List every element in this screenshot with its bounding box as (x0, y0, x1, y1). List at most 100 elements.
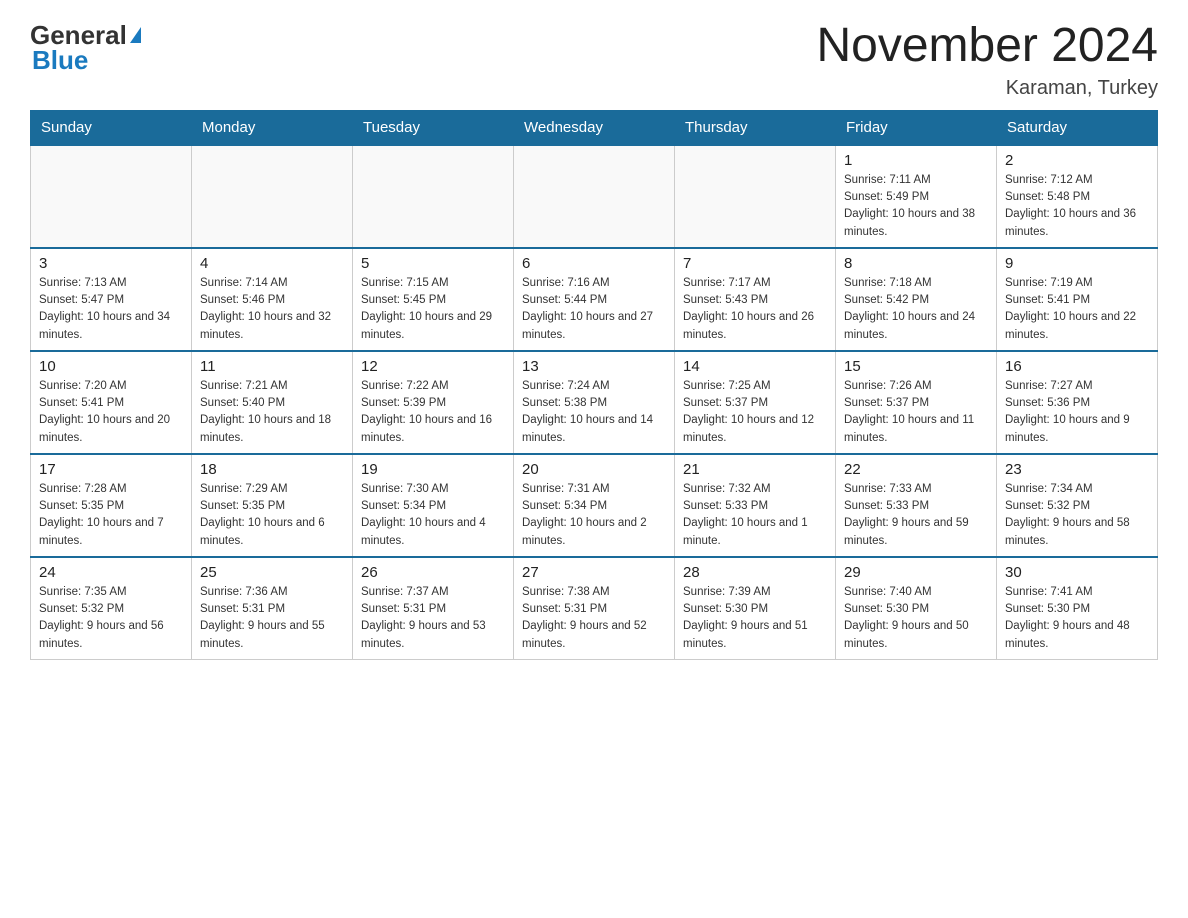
day-info: Sunrise: 7:41 AMSunset: 5:30 PMDaylight:… (1005, 584, 1149, 653)
calendar-week-row: 1 Sunrise: 7:11 AMSunset: 5:49 PMDaylight… (31, 145, 1158, 248)
calendar-week-row: 3 Sunrise: 7:13 AMSunset: 5:47 PMDaylight… (31, 248, 1158, 351)
calendar-day-cell: 9 Sunrise: 7:19 AMSunset: 5:41 PMDaylight… (997, 248, 1158, 351)
day-info: Sunrise: 7:21 AMSunset: 5:40 PMDaylight:… (200, 378, 344, 447)
calendar-day-cell: 16 Sunrise: 7:27 AMSunset: 5:36 PMDayligh… (997, 351, 1158, 454)
calendar-day-cell: 2 Sunrise: 7:12 AMSunset: 5:48 PMDaylight… (997, 145, 1158, 248)
day-info: Sunrise: 7:32 AMSunset: 5:33 PMDaylight:… (683, 481, 827, 550)
calendar-day-cell: 14 Sunrise: 7:25 AMSunset: 5:37 PMDayligh… (675, 351, 836, 454)
calendar-day-cell: 27Sunrise: 7:38 AMSunset: 5:31 PMDayligh… (514, 557, 675, 660)
calendar-day-cell: 28Sunrise: 7:39 AMSunset: 5:30 PMDayligh… (675, 557, 836, 660)
calendar-weekday-header: Wednesday (514, 110, 675, 145)
logo-triangle-icon (130, 27, 141, 43)
calendar-week-row: 10 Sunrise: 7:20 AMSunset: 5:41 PMDayligh… (31, 351, 1158, 454)
day-number: 17 (39, 461, 183, 478)
day-info: Sunrise: 7:16 AMSunset: 5:44 PMDaylight:… (522, 275, 666, 344)
location: Karaman, Turkey (816, 77, 1158, 100)
day-info: Sunrise: 7:20 AMSunset: 5:41 PMDaylight:… (39, 378, 183, 447)
day-number: 4 (200, 255, 344, 272)
day-info: Sunrise: 7:40 AMSunset: 5:30 PMDaylight:… (844, 584, 988, 653)
day-number: 2 (1005, 152, 1149, 169)
calendar-day-cell: 12Sunrise: 7:22 AMSunset: 5:39 PMDayligh… (353, 351, 514, 454)
day-number: 9 (1005, 255, 1149, 272)
calendar-day-cell: 3 Sunrise: 7:13 AMSunset: 5:47 PMDaylight… (31, 248, 192, 351)
calendar-weekday-header: Saturday (997, 110, 1158, 145)
calendar-day-cell (31, 145, 192, 248)
day-number: 15 (844, 358, 988, 375)
calendar-day-cell: 25Sunrise: 7:36 AMSunset: 5:31 PMDayligh… (192, 557, 353, 660)
day-number: 18 (200, 461, 344, 478)
calendar-day-cell: 7Sunrise: 7:17 AMSunset: 5:43 PMDaylight… (675, 248, 836, 351)
day-number: 24 (39, 564, 183, 581)
day-info: Sunrise: 7:39 AMSunset: 5:30 PMDaylight:… (683, 584, 827, 653)
day-number: 26 (361, 564, 505, 581)
calendar-day-cell (675, 145, 836, 248)
calendar-day-cell: 22Sunrise: 7:33 AMSunset: 5:33 PMDayligh… (836, 454, 997, 557)
calendar-day-cell: 5 Sunrise: 7:15 AMSunset: 5:45 PMDaylight… (353, 248, 514, 351)
day-number: 16 (1005, 358, 1149, 375)
calendar-day-cell: 26 Sunrise: 7:37 AMSunset: 5:31 PMDayligh… (353, 557, 514, 660)
calendar-day-cell (192, 145, 353, 248)
day-info: Sunrise: 7:36 AMSunset: 5:31 PMDaylight:… (200, 584, 344, 653)
calendar-day-cell: 6 Sunrise: 7:16 AMSunset: 5:44 PMDaylight… (514, 248, 675, 351)
calendar-day-cell: 4 Sunrise: 7:14 AMSunset: 5:46 PMDaylight… (192, 248, 353, 351)
day-info: Sunrise: 7:27 AMSunset: 5:36 PMDaylight:… (1005, 378, 1149, 447)
day-number: 8 (844, 255, 988, 272)
calendar-day-cell: 8Sunrise: 7:18 AMSunset: 5:42 PMDaylight… (836, 248, 997, 351)
calendar-day-cell: 30Sunrise: 7:41 AMSunset: 5:30 PMDayligh… (997, 557, 1158, 660)
day-number: 20 (522, 461, 666, 478)
calendar-weekday-header: Friday (836, 110, 997, 145)
day-number: 7 (683, 255, 827, 272)
calendar-day-cell (514, 145, 675, 248)
day-info: Sunrise: 7:12 AMSunset: 5:48 PMDaylight:… (1005, 172, 1149, 241)
day-info: Sunrise: 7:14 AMSunset: 5:46 PMDaylight:… (200, 275, 344, 344)
day-number: 10 (39, 358, 183, 375)
day-info: Sunrise: 7:37 AMSunset: 5:31 PMDaylight:… (361, 584, 505, 653)
calendar-weekday-header: Sunday (31, 110, 192, 145)
calendar-day-cell: 17 Sunrise: 7:28 AMSunset: 5:35 PMDayligh… (31, 454, 192, 557)
calendar-week-row: 24 Sunrise: 7:35 AMSunset: 5:32 PMDayligh… (31, 557, 1158, 660)
day-number: 23 (1005, 461, 1149, 478)
day-info: Sunrise: 7:19 AMSunset: 5:41 PMDaylight:… (1005, 275, 1149, 344)
page-header: General Blue November 2024 Karaman, Turk… (30, 20, 1158, 100)
day-info: Sunrise: 7:28 AMSunset: 5:35 PMDaylight:… (39, 481, 183, 550)
calendar-day-cell (353, 145, 514, 248)
day-info: Sunrise: 7:11 AMSunset: 5:49 PMDaylight:… (844, 172, 988, 241)
day-number: 13 (522, 358, 666, 375)
day-number: 6 (522, 255, 666, 272)
day-info: Sunrise: 7:13 AMSunset: 5:47 PMDaylight:… (39, 275, 183, 344)
day-number: 12 (361, 358, 505, 375)
logo-blue-text: Blue (32, 45, 88, 76)
calendar-header-row: SundayMondayTuesdayWednesdayThursdayFrid… (31, 110, 1158, 145)
calendar-day-cell: 11 Sunrise: 7:21 AMSunset: 5:40 PMDayligh… (192, 351, 353, 454)
calendar-day-cell: 1 Sunrise: 7:11 AMSunset: 5:49 PMDaylight… (836, 145, 997, 248)
calendar-weekday-header: Tuesday (353, 110, 514, 145)
day-number: 27 (522, 564, 666, 581)
day-info: Sunrise: 7:15 AMSunset: 5:45 PMDaylight:… (361, 275, 505, 344)
day-info: Sunrise: 7:34 AMSunset: 5:32 PMDaylight:… (1005, 481, 1149, 550)
day-info: Sunrise: 7:25 AMSunset: 5:37 PMDaylight:… (683, 378, 827, 447)
calendar-day-cell: 10 Sunrise: 7:20 AMSunset: 5:41 PMDayligh… (31, 351, 192, 454)
day-info: Sunrise: 7:33 AMSunset: 5:33 PMDaylight:… (844, 481, 988, 550)
day-info: Sunrise: 7:35 AMSunset: 5:32 PMDaylight:… (39, 584, 183, 653)
day-info: Sunrise: 7:26 AMSunset: 5:37 PMDaylight:… (844, 378, 988, 447)
day-info: Sunrise: 7:29 AMSunset: 5:35 PMDaylight:… (200, 481, 344, 550)
day-number: 5 (361, 255, 505, 272)
calendar-day-cell: 19Sunrise: 7:30 AMSunset: 5:34 PMDayligh… (353, 454, 514, 557)
day-number: 1 (844, 152, 988, 169)
day-number: 11 (200, 358, 344, 375)
day-info: Sunrise: 7:31 AMSunset: 5:34 PMDaylight:… (522, 481, 666, 550)
calendar-day-cell: 18 Sunrise: 7:29 AMSunset: 5:35 PMDayligh… (192, 454, 353, 557)
day-number: 3 (39, 255, 183, 272)
calendar-day-cell: 24 Sunrise: 7:35 AMSunset: 5:32 PMDayligh… (31, 557, 192, 660)
day-number: 14 (683, 358, 827, 375)
calendar-day-cell: 15 Sunrise: 7:26 AMSunset: 5:37 PMDayligh… (836, 351, 997, 454)
day-info: Sunrise: 7:30 AMSunset: 5:34 PMDaylight:… (361, 481, 505, 550)
month-title: November 2024 (816, 20, 1158, 73)
calendar-weekday-header: Monday (192, 110, 353, 145)
calendar-weekday-header: Thursday (675, 110, 836, 145)
calendar-week-row: 17 Sunrise: 7:28 AMSunset: 5:35 PMDayligh… (31, 454, 1158, 557)
day-number: 29 (844, 564, 988, 581)
calendar-day-cell: 29 Sunrise: 7:40 AMSunset: 5:30 PMDayligh… (836, 557, 997, 660)
logo: General Blue (30, 20, 141, 76)
calendar-day-cell: 13Sunrise: 7:24 AMSunset: 5:38 PMDayligh… (514, 351, 675, 454)
